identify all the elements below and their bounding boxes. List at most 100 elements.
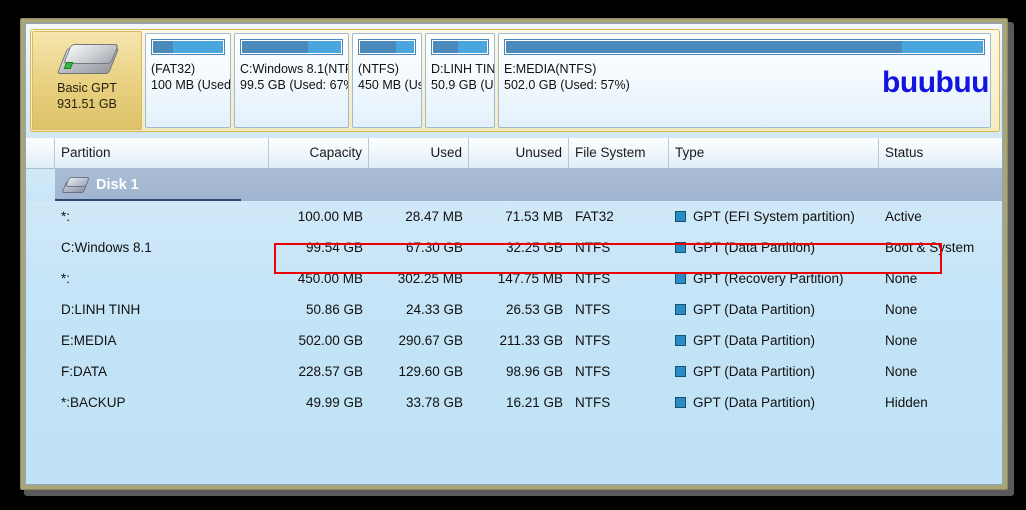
cell-status: Active [885,209,922,224]
cell-partition: E:MEDIA [61,333,117,348]
column-header-file-system[interactable]: File System [569,138,669,168]
application-window-frame: Basic GPT 931.51 GB (FAT32) 100 MB (Used:… [20,18,1008,490]
table-row[interactable]: *: 450.00 MB 302.25 MB 147.75 MB NTFS GPT (Re… [26,263,1002,294]
partition-type-swatch-icon [675,210,686,222]
cell-used: 33.78 GB [405,395,463,410]
partition-map-size: 50.9 GB (Used: 47%) [431,78,494,92]
partition-map-block[interactable]: C:Windows 8.1(NTFS) 99.5 GB (Used: 67%) [234,33,349,128]
column-header-type[interactable]: Type [669,138,879,168]
partition-map-block[interactable]: (FAT32) 100 MB (Used: 28%) [145,33,231,128]
table-row[interactable]: D:LINH TINH 50.86 GB 24.33 GB 26.53 GB NTFS G… [26,294,1002,325]
cell-type: GPT (EFI System partition) [669,201,879,232]
cell-used: 290.67 GB [398,333,463,348]
disk-group-row[interactable]: Disk 1 [26,169,1002,201]
partition-map-size: 99.5 GB (Used: 67%) [240,78,349,92]
cell-capacity: 49.99 GB [305,395,363,410]
partition-type-swatch-icon [675,334,686,346]
disk-type-label: Basic GPT [57,81,117,95]
cell-type: GPT (Data Partition) [669,232,879,263]
table-row[interactable]: C:Windows 8.1 99.54 GB 67.30 GB 32.25 GB NTF… [26,232,1002,263]
cell-status: Boot & System [885,240,975,255]
cell-type: GPT (Data Partition) [669,356,879,387]
cell-unused: 26.53 GB [505,302,563,317]
partition-map-strip: (FAT32)100 MB (Used: 28%)C:Windows 8.1(N… [145,31,998,130]
cell-filesystem: NTFS [575,302,611,317]
partition-usage-bar [431,39,489,55]
cell-partition: *: [61,271,71,286]
cell-unused: 32.25 GB [505,240,563,255]
cell-used: 67.30 GB [405,240,463,255]
cell-used: 24.33 GB [405,302,463,317]
cell-capacity: 228.57 GB [298,364,363,379]
disk-size-label: 931.51 GB [57,97,117,111]
cell-type: GPT (Data Partition) [669,387,879,418]
table-row[interactable]: E:MEDIA 502.00 GB 290.67 GB 211.33 GB NTFS GP… [26,325,1002,356]
cell-unused: 211.33 GB [499,333,563,348]
cell-status: None [885,333,918,348]
cell-used: 302.25 MB [397,271,463,286]
cell-status: Hidden [885,395,928,410]
table-row[interactable]: *: 100.00 MB 28.47 MB 71.53 MB FAT32 GPT (EFI… [26,201,1002,232]
cell-type: GPT (Data Partition) [669,294,879,325]
table-body: *: 100.00 MB 28.47 MB 71.53 MB FAT32 GPT (EFI… [26,201,1002,484]
cell-capacity: 50.86 GB [305,302,363,317]
cell-unused: 71.53 MB [505,209,563,224]
cell-filesystem: NTFS [575,240,611,255]
cell-filesystem: NTFS [575,395,611,410]
partition-map-block[interactable]: D:LINH TINH(NTFS) 50.9 GB (Used: 47%) [425,33,495,128]
cell-filesystem: NTFS [575,364,611,379]
column-header-partition[interactable]: Partition [55,138,269,168]
cell-unused: 98.96 GB [505,364,563,379]
partition-type-swatch-icon [675,303,686,315]
column-header-status[interactable]: Status [879,138,1002,168]
column-header-unused[interactable]: Unused [469,138,569,168]
column-header[interactable] [26,138,55,168]
partition-type-swatch-icon [675,241,686,253]
cell-partition: C:Windows 8.1 [61,240,152,255]
partition-type-swatch-icon [675,396,686,408]
partition-map-block[interactable]: (NTFS) 450 MB (Used: 67%) [352,33,422,128]
cell-capacity: 99.54 GB [305,240,363,255]
partition-map-name: D:LINH TINH(NTFS) [431,62,495,76]
window-client-area: Basic GPT 931.51 GB (FAT32) 100 MB (Used:… [25,23,1003,485]
column-header-capacity[interactable]: Capacity [269,138,369,168]
table-row[interactable]: F:DATA 228.57 GB 129.60 GB 98.96 GB NTFS GPT … [26,356,1002,387]
cell-partition: F:DATA [61,364,107,379]
disk-group-icon [61,177,91,193]
cell-type: GPT (Data Partition) [669,325,879,356]
partition-type-swatch-icon [675,272,686,284]
partition-usage-bar [240,39,343,55]
disk-summary-tile[interactable]: Basic GPT 931.51 GB [32,31,142,130]
partition-usage-bar [504,39,985,55]
cell-status: None [885,364,918,379]
partition-usage-bar [151,39,225,55]
cell-partition: *: [61,209,71,224]
watermark-text: buubuu [882,66,989,99]
cell-capacity: 450.00 MB [297,271,363,286]
partition-map-name: (FAT32) [151,62,196,76]
partition-map-size: 450 MB (Used: 67%) [358,78,421,92]
cell-unused: 147.75 MB [497,271,563,286]
partition-map-size: 100 MB (Used: 28%) [151,78,231,92]
partition-map-name: C:Windows 8.1(NTFS) [240,62,348,76]
disk-map-panel: Basic GPT 931.51 GB (FAT32) 100 MB (Used:… [26,24,1002,139]
disk-map-row[interactable]: Basic GPT 931.51 GB (FAT32) 100 MB (Used:… [30,29,1000,132]
cell-partition: D:LINH TINH [61,302,141,317]
cell-filesystem: NTFS [575,333,611,348]
cell-status: None [885,271,918,286]
partition-map-name: (NTFS) [358,62,399,76]
cell-type: GPT (Recovery Partition) [669,263,879,294]
cell-used: 28.47 MB [405,209,463,224]
table-row[interactable]: *:BACKUP 49.99 GB 33.78 GB 16.21 GB NTFS GPT … [26,387,1002,418]
cell-capacity: 100.00 MB [297,209,363,224]
table-header-row: Partition Capacity Used Unused File System Ty… [26,138,1002,169]
cell-status: None [885,302,918,317]
partition-usage-bar [358,39,416,55]
disk-group-label: Disk 1 [96,177,139,193]
cell-filesystem: FAT32 [575,209,614,224]
column-header-used[interactable]: Used [369,138,469,168]
hard-disk-icon [56,42,120,78]
partition-type-swatch-icon [675,365,686,377]
partition-table: Partition Capacity Used Unused File System Ty… [26,138,1002,484]
cell-used: 129.60 GB [398,364,463,379]
